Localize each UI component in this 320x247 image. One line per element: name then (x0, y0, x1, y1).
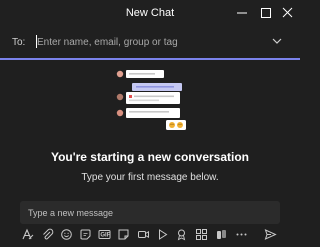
chat-illustration-icon (116, 70, 186, 130)
minimize-button[interactable] (232, 4, 252, 22)
stream-icon[interactable] (156, 228, 169, 241)
empty-state-subtitle: Type your first message below. (81, 172, 219, 183)
title-bar: New Chat (0, 0, 300, 27)
send-icon[interactable] (264, 228, 277, 241)
gif-icon[interactable]: GIF (98, 228, 111, 241)
to-label: To: (12, 37, 26, 48)
svg-text:GIF: GIF (100, 233, 110, 239)
text-caret (36, 35, 37, 48)
emoji-icon[interactable] (60, 228, 73, 241)
recipient-input[interactable] (35, 34, 257, 50)
window-title: New Chat (125, 7, 175, 19)
compose-box (20, 201, 280, 224)
stickers-icon[interactable] (117, 228, 130, 241)
recipient-row: To: (0, 27, 300, 58)
apps-icon[interactable] (195, 228, 208, 241)
close-button[interactable] (278, 4, 298, 22)
meet-now-icon[interactable] (137, 228, 150, 241)
close-icon (282, 7, 293, 18)
empty-state-heading: You're starting a new conversation (50, 150, 249, 164)
maximize-button[interactable] (256, 4, 276, 22)
loop-icon[interactable] (215, 228, 228, 241)
attach-icon[interactable] (41, 228, 54, 241)
chevron-down-icon[interactable] (271, 36, 283, 46)
sticker-icon[interactable] (79, 228, 92, 241)
praise-icon[interactable] (175, 228, 188, 241)
minimize-icon (237, 12, 247, 14)
maximize-icon (261, 8, 271, 18)
format-icon[interactable] (21, 228, 34, 241)
message-input[interactable] (28, 205, 268, 220)
recipient-underline (0, 58, 300, 60)
more-icon[interactable] (235, 228, 248, 241)
